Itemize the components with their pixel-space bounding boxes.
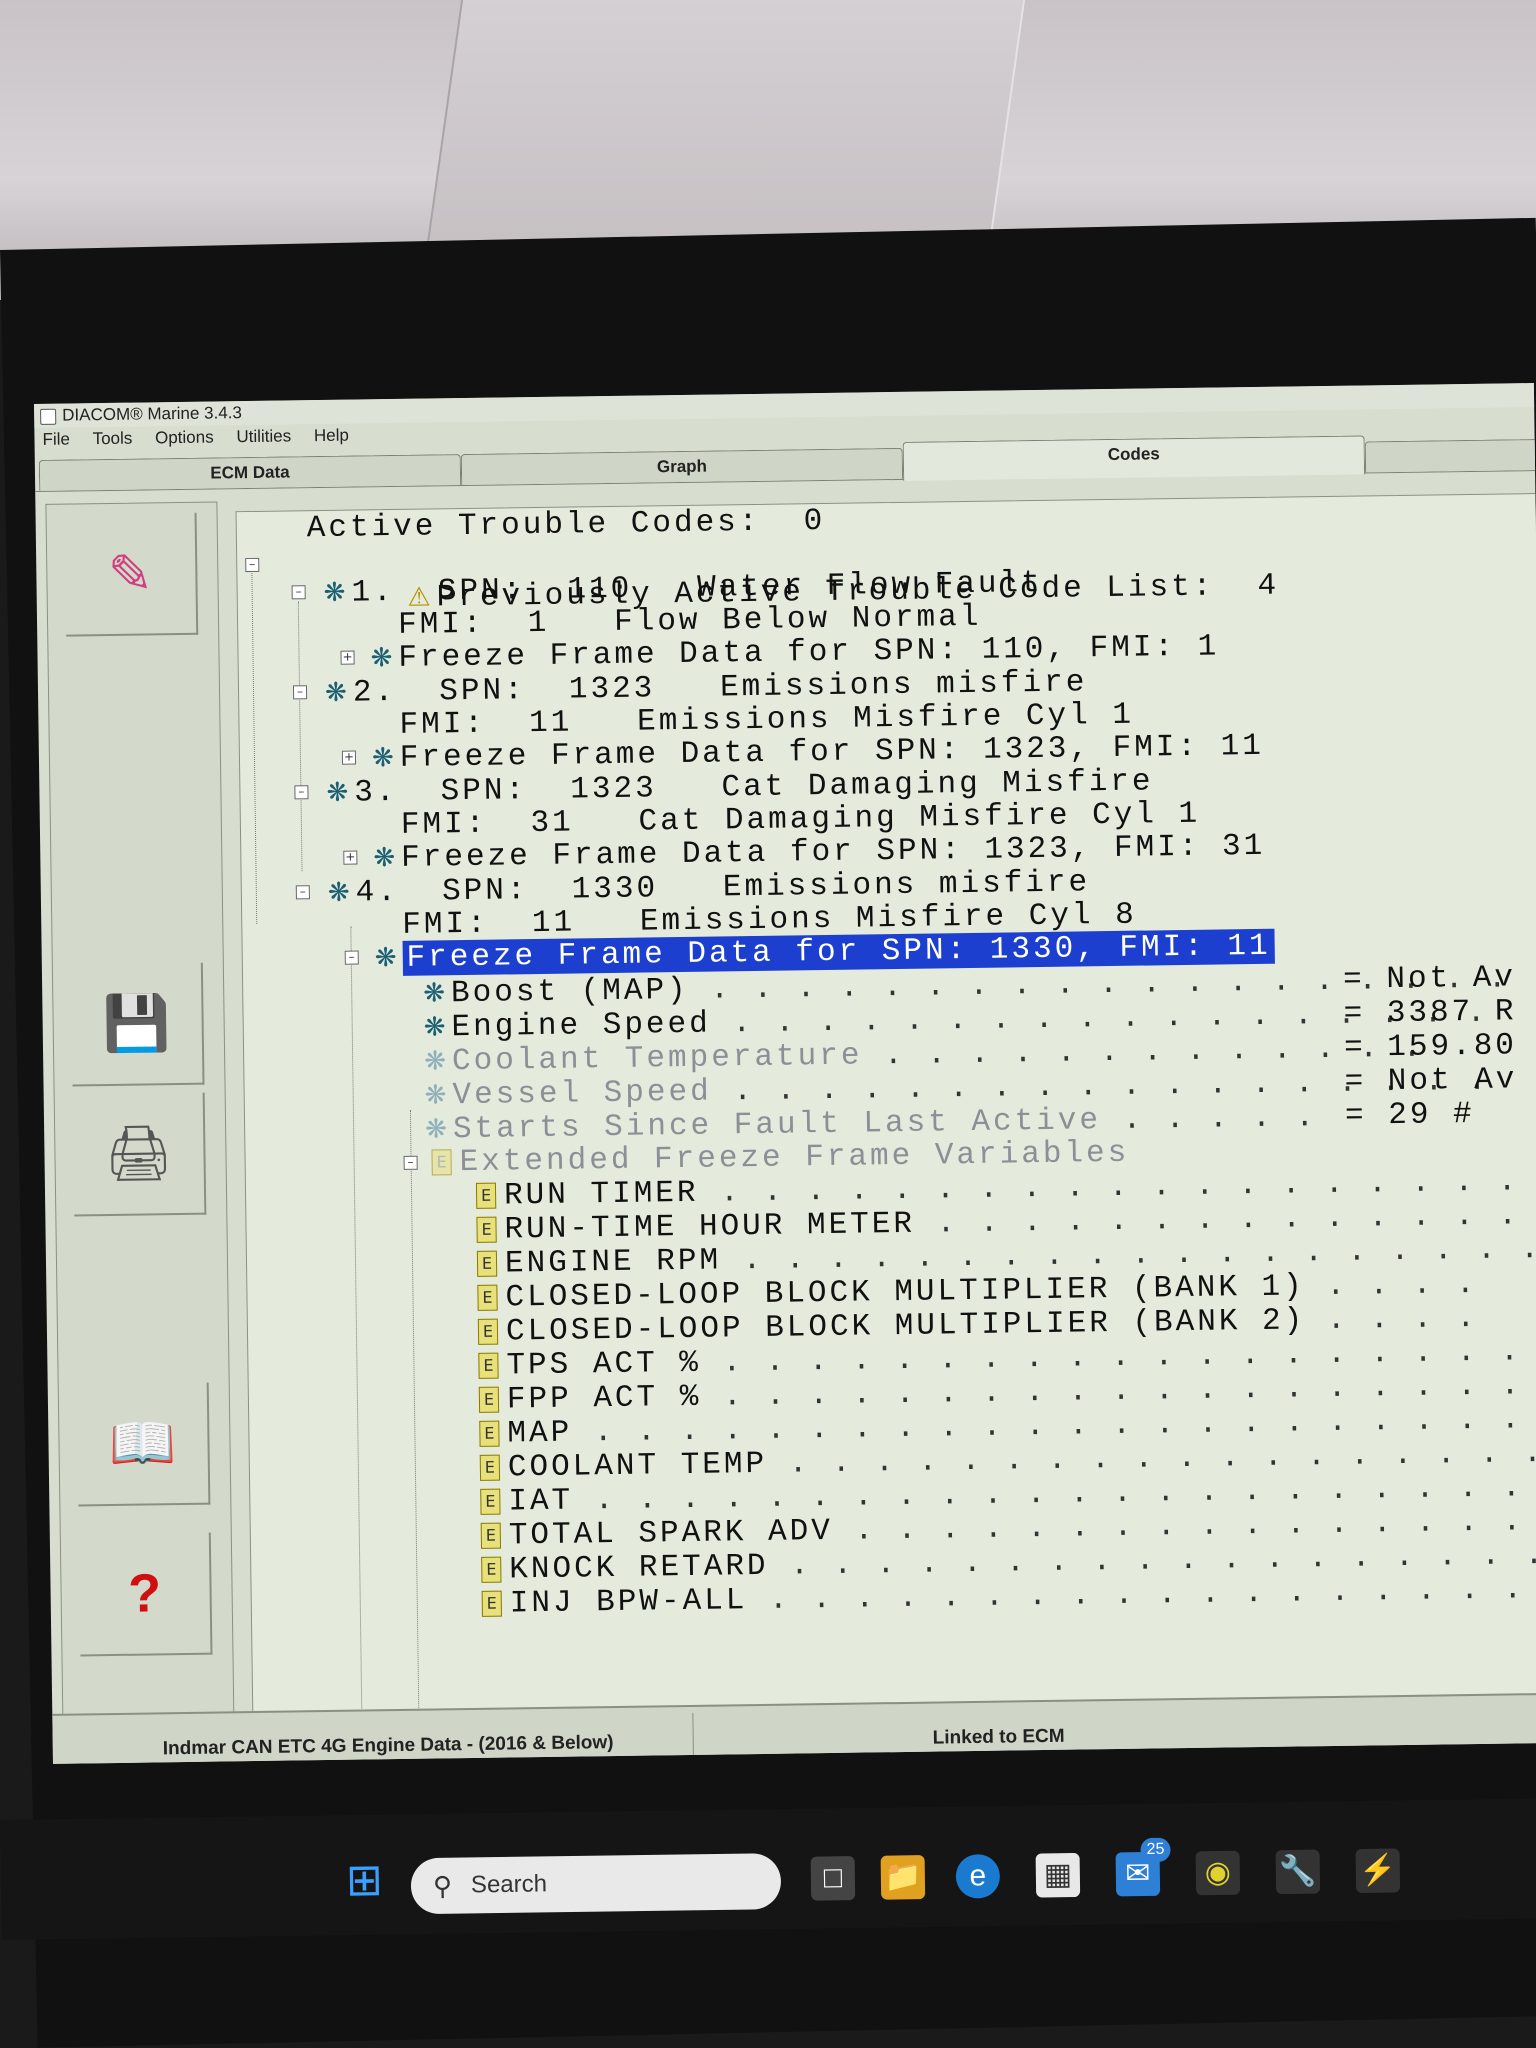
- freeze-gear-icon: ❋: [371, 743, 394, 774]
- collapse-toggle[interactable]: –: [245, 557, 260, 573]
- freeze-gear-icon: ❋: [370, 643, 393, 674]
- freeze-gear-icon: ❋: [373, 843, 396, 874]
- help-icon: ?: [127, 1563, 162, 1624]
- extended-item-label: IAT: [508, 1483, 574, 1520]
- menu-options[interactable]: Options: [155, 427, 214, 447]
- param-gear-icon: ❋: [423, 1012, 446, 1043]
- windows-taskbar: ⊞ ⚲ Search □ 📁 e ▦ ✉ 25 ◉ 🔧 ⚡: [0, 1798, 1536, 1940]
- tab-ecm-data[interactable]: ECM Data: [38, 454, 462, 491]
- extended-item-label: FPP ACT %: [506, 1379, 702, 1418]
- edit-button[interactable]: ✎: [64, 512, 199, 637]
- freeze-item-value: = 29 #: [1344, 1096, 1475, 1134]
- mail-badge: 25: [1140, 1837, 1171, 1863]
- taskbar-search[interactable]: ⚲ Search: [410, 1853, 782, 1915]
- engine-data-label: Indmar CAN ETC 4G Engine Data - (2016 & …: [162, 1732, 614, 1760]
- start-button[interactable]: ⊞: [346, 1855, 384, 1907]
- edge-icon[interactable]: e: [955, 1854, 1001, 1899]
- extended-item-label: INJ BPW-ALL: [509, 1583, 748, 1622]
- extended-item-icon: E: [475, 1182, 497, 1209]
- code-gear-icon: ❋: [327, 877, 350, 908]
- extended-item-label: KNOCK RETARD: [509, 1548, 769, 1588]
- manual-button[interactable]: 📖: [76, 1382, 211, 1507]
- tool-sidebar: ✎ 💾 🖨 📖 ?: [45, 501, 235, 1716]
- collapse-toggle[interactable]: –: [292, 684, 308, 700]
- print-button[interactable]: 🖨: [72, 1092, 207, 1217]
- code-gear-icon: ❋: [324, 677, 348, 708]
- tree-line: [409, 1109, 420, 1714]
- extended-item-icon: E: [478, 1386, 500, 1413]
- link-status: Linked to ECM: [932, 1725, 1065, 1749]
- file-explorer-icon[interactable]: 📁: [880, 1855, 926, 1900]
- code-index: 3.: [354, 774, 398, 811]
- lightning-icon[interactable]: ⚡: [1355, 1848, 1401, 1894]
- extended-item-icon: E: [480, 1522, 502, 1549]
- extended-item-label: MAP: [507, 1415, 573, 1452]
- collapse-toggle[interactable]: –: [291, 584, 306, 600]
- collapse-toggle[interactable]: –: [403, 1155, 418, 1170]
- extended-item-icon: E: [480, 1488, 501, 1515]
- tree-line: [350, 926, 363, 1714]
- tab-extra[interactable]: [1364, 438, 1536, 473]
- freeze-item-value: = 3387 R: [1343, 994, 1517, 1032]
- app-icon: [40, 408, 57, 425]
- freeze-item-value: = Not Av: [1342, 960, 1517, 998]
- code-gear-icon: ❋: [326, 777, 349, 808]
- tree-line: [251, 563, 258, 924]
- code-gear-icon: ❋: [323, 577, 346, 608]
- tab-codes[interactable]: Codes: [902, 435, 1366, 481]
- pencil-icon: ✎: [107, 543, 154, 605]
- collapse-toggle[interactable]: –: [344, 950, 359, 965]
- extended-item-label: TPS ACT %: [506, 1345, 702, 1384]
- codes-tree: Active Trouble Codes: 0 ⚠ Previously Acti…: [235, 492, 1536, 1714]
- save-icon: 💾: [102, 992, 171, 1054]
- menu-utilities[interactable]: Utilities: [236, 426, 291, 446]
- wrench-icon[interactable]: 🔧: [1275, 1849, 1321, 1895]
- task-view-icon[interactable]: □: [810, 1856, 856, 1901]
- menu-file[interactable]: File: [42, 430, 70, 449]
- code-index: 4.: [355, 874, 400, 911]
- freeze-item-value: = 159.80: [1343, 1028, 1518, 1066]
- param-gear-icon: ❋: [424, 1046, 447, 1077]
- extended-item-icon: E: [481, 1590, 502, 1617]
- collapse-toggle[interactable]: –: [294, 784, 309, 800]
- menu-help[interactable]: Help: [314, 426, 349, 445]
- code-index: 2.: [352, 674, 397, 711]
- extended-item-icon: E: [476, 1216, 497, 1243]
- app-window: DIACOM® Marine 3.4.3 File Tools Options …: [34, 383, 1536, 1764]
- extended-item-icon: E: [479, 1454, 501, 1481]
- freeze-gear-icon: ❋: [374, 942, 397, 974]
- extended-item-icon: E: [477, 1284, 498, 1311]
- extended-item-icon: E: [478, 1352, 499, 1379]
- extended-item-icon: E: [476, 1250, 498, 1277]
- collapse-toggle[interactable]: –: [295, 884, 310, 900]
- expand-toggle[interactable]: +: [343, 850, 358, 865]
- extended-item-label: RUN TIMER: [503, 1175, 699, 1214]
- extended-item-icon: E: [479, 1420, 500, 1447]
- tab-graph[interactable]: Graph: [460, 447, 904, 486]
- extended-item-icon: E: [477, 1318, 499, 1345]
- extended-item-label: COOLANT TEMP: [507, 1446, 768, 1486]
- extended-item-label: TOTAL SPARK ADV: [508, 1513, 834, 1554]
- save-button[interactable]: 💾: [70, 962, 205, 1087]
- window-title: DIACOM® Marine 3.4.3: [62, 403, 243, 425]
- search-placeholder: Search: [470, 1870, 548, 1899]
- param-gear-icon: ❋: [423, 978, 446, 1009]
- extended-item-label: ENGINE RPM: [504, 1243, 722, 1282]
- extended-item-icon: E: [481, 1556, 502, 1583]
- search-icon: ⚲: [432, 1870, 453, 1901]
- manual-icon: 📖: [108, 1412, 177, 1474]
- code-index: 1.: [351, 574, 395, 611]
- print-icon: 🖨: [103, 1122, 174, 1184]
- expand-toggle[interactable]: +: [340, 650, 355, 665]
- app-icon-2[interactable]: ◉: [1195, 1850, 1241, 1896]
- extended-icon: E: [431, 1149, 452, 1176]
- param-gear-icon: ❋: [424, 1080, 447, 1111]
- expand-toggle[interactable]: +: [341, 750, 357, 765]
- menu-tools[interactable]: Tools: [92, 429, 132, 449]
- windows-icon: ⊞: [345, 1855, 384, 1906]
- param-gear-icon: ❋: [424, 1114, 448, 1145]
- store-icon[interactable]: ▦: [1035, 1852, 1081, 1898]
- help-button[interactable]: ?: [78, 1532, 213, 1657]
- freeze-item-value: = Not Av: [1344, 1062, 1518, 1100]
